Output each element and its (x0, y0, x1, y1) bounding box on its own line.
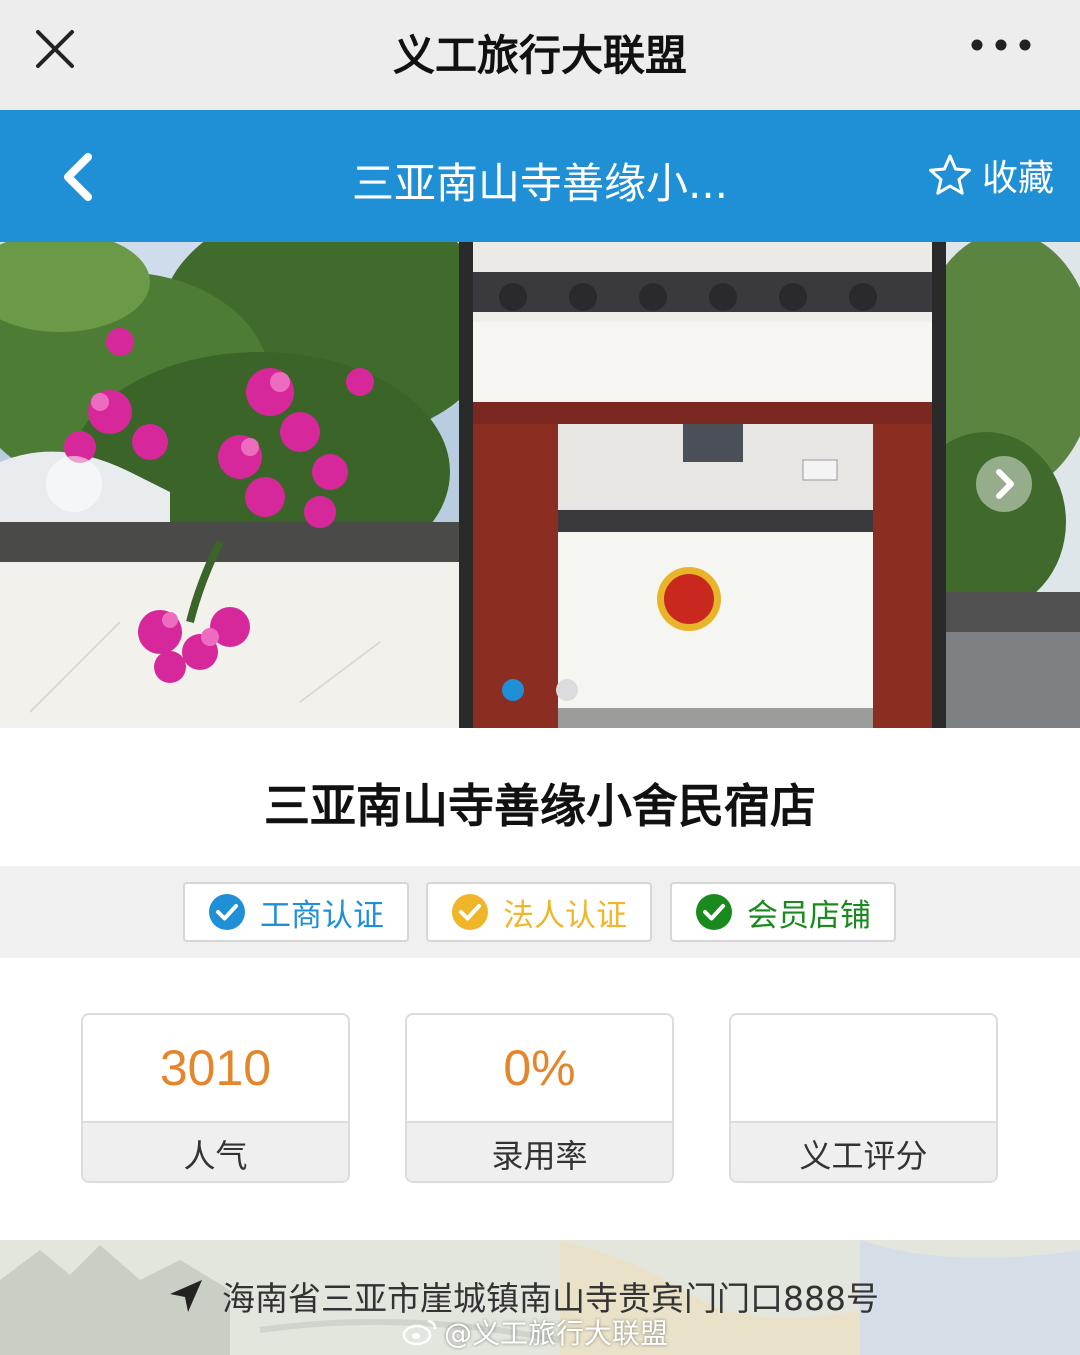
carousel-photo-garden (946, 242, 1080, 728)
carousel-indicator[interactable] (556, 679, 578, 701)
favorite-button[interactable]: 收藏 (928, 150, 1054, 200)
stat-volunteer-rating: 义工评分 (729, 1013, 998, 1183)
business-certified-badge: 工商认证 (183, 882, 409, 942)
stat-value: 3010 (159, 1040, 272, 1096)
stat-popularity: 3010 人气 (81, 1013, 350, 1183)
weibo-logo-icon (402, 1319, 437, 1346)
carousel-photo-gate (473, 242, 932, 728)
check-circle-icon (452, 894, 488, 930)
stat-label: 人气 (83, 1121, 348, 1181)
watermark-text: @义工旅行大联盟 (444, 1317, 669, 1350)
carousel-indicator-active[interactable] (502, 679, 524, 701)
page-title: 三亚南山寺善缘小... (351, 159, 729, 208)
more-options-icon[interactable] (966, 30, 1036, 60)
legal-person-certified-badge: 法人认证 (426, 882, 652, 942)
chevron-right-icon (996, 469, 1014, 499)
page-header: 三亚南山寺善缘小... 收藏 (0, 110, 1080, 242)
photo-carousel[interactable] (0, 242, 1080, 728)
stat-label: 录用率 (407, 1121, 672, 1181)
stat-label: 义工评分 (731, 1121, 996, 1181)
badge-label: 会员店铺 (747, 897, 871, 934)
carousel-prev-icon[interactable] (46, 456, 102, 512)
member-shop-badge: 会员店铺 (670, 882, 896, 942)
carousel-photo-flowers (0, 242, 459, 728)
star-icon (928, 154, 971, 195)
wechat-page-title: 义工旅行大联盟 (392, 31, 687, 80)
shop-name: 三亚南山寺善缘小舍民宿店 (264, 779, 816, 833)
stat-hire-rate: 0% 录用率 (405, 1013, 674, 1183)
badge-label: 工商认证 (260, 897, 384, 934)
check-circle-icon (696, 894, 732, 930)
check-circle-icon (209, 894, 245, 930)
watermark: @义工旅行大联盟 (402, 1312, 668, 1352)
back-arrow-icon[interactable] (50, 145, 110, 209)
wechat-title-bar: 义工旅行大联盟 (0, 0, 1080, 110)
stat-value (731, 1015, 996, 1121)
favorite-label: 收藏 (981, 158, 1054, 199)
carousel-next-button[interactable] (976, 456, 1032, 512)
stat-value: 0% (503, 1040, 576, 1096)
badge-label: 法人认证 (503, 897, 627, 934)
certification-badges: 工商认证 法人认证 会员店铺 (0, 866, 1080, 958)
navigation-arrow-icon (170, 1280, 202, 1312)
